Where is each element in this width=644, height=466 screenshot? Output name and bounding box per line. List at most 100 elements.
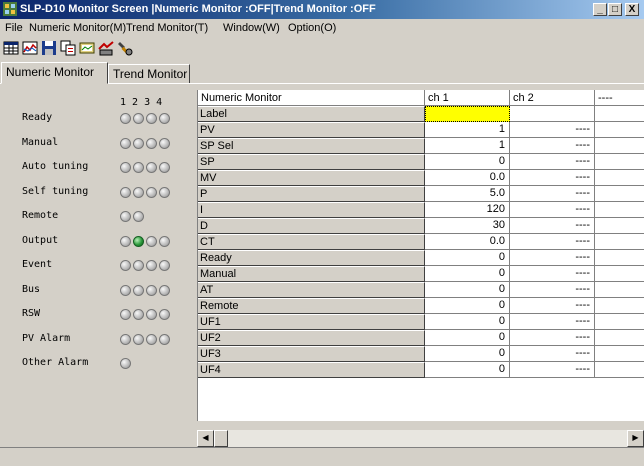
menu-option[interactable]: Option(O) bbox=[288, 22, 336, 34]
value-cell[interactable]: ---- bbox=[510, 314, 595, 330]
value-cell[interactable] bbox=[425, 106, 510, 122]
value-cell[interactable] bbox=[595, 122, 644, 138]
status-label-ready: Ready bbox=[22, 112, 53, 123]
menu-window[interactable]: Window(W) bbox=[223, 22, 280, 34]
column-header[interactable]: ch 1 bbox=[425, 90, 510, 106]
row-header[interactable]: CT bbox=[198, 234, 425, 250]
monitor-icon[interactable] bbox=[79, 40, 95, 56]
value-cell[interactable] bbox=[595, 282, 644, 298]
column-header[interactable]: ch 2 bbox=[510, 90, 595, 106]
row-header[interactable]: I bbox=[198, 202, 425, 218]
row-header[interactable]: P bbox=[198, 186, 425, 202]
value-cell[interactable]: ---- bbox=[510, 346, 595, 362]
value-cell[interactable]: ---- bbox=[510, 266, 595, 282]
value-cell[interactable] bbox=[595, 138, 644, 154]
row-header[interactable]: Remote bbox=[198, 298, 425, 314]
value-cell[interactable]: 0 bbox=[425, 314, 510, 330]
row-header[interactable]: UF3 bbox=[198, 346, 425, 362]
value-cell[interactable] bbox=[595, 362, 644, 378]
save-icon[interactable] bbox=[41, 40, 57, 56]
row-header[interactable]: D bbox=[198, 218, 425, 234]
menu-trend-monitor[interactable]: Trend Monitor(T) bbox=[126, 22, 208, 34]
horizontal-scrollbar[interactable]: ◀ ▶ bbox=[197, 429, 644, 447]
value-cell[interactable]: 0 bbox=[425, 250, 510, 266]
row-header[interactable]: Ready bbox=[198, 250, 425, 266]
value-cell[interactable]: 30 bbox=[425, 218, 510, 234]
value-cell[interactable]: 120 bbox=[425, 202, 510, 218]
row-header[interactable]: SP Sel bbox=[198, 138, 425, 154]
scroll-right-button[interactable]: ▶ bbox=[627, 430, 644, 447]
menu-numeric-monitor[interactable]: Numeric Monitor(M) bbox=[29, 22, 126, 34]
column-header[interactable]: ---- bbox=[595, 90, 644, 106]
tab-trend-monitor[interactable]: Trend Monitor bbox=[108, 64, 190, 84]
value-cell[interactable]: ---- bbox=[510, 282, 595, 298]
value-cell[interactable]: ---- bbox=[510, 170, 595, 186]
row-header[interactable]: Label bbox=[198, 106, 425, 122]
column-header[interactable]: Numeric Monitor bbox=[198, 90, 425, 106]
value-cell[interactable] bbox=[595, 234, 644, 250]
settings-icon[interactable] bbox=[117, 40, 133, 56]
status-led-icon bbox=[133, 162, 144, 173]
numeric-monitor-grid[interactable]: Numeric Monitor ch 1 ch 2 ---- Label PV 1 ---- S… bbox=[197, 90, 644, 421]
value-cell[interactable] bbox=[510, 106, 595, 122]
value-cell[interactable]: 0 bbox=[425, 266, 510, 282]
value-cell[interactable] bbox=[595, 154, 644, 170]
value-cell[interactable]: 0 bbox=[425, 330, 510, 346]
close-button[interactable]: X bbox=[625, 3, 639, 16]
row-header[interactable]: PV bbox=[198, 122, 425, 138]
value-cell[interactable]: 1 bbox=[425, 122, 510, 138]
value-cell[interactable]: 0 bbox=[425, 362, 510, 378]
menu-file[interactable]: File bbox=[5, 22, 23, 34]
value-cell[interactable]: ---- bbox=[510, 362, 595, 378]
grid-view-icon[interactable] bbox=[3, 40, 19, 56]
value-cell[interactable] bbox=[595, 266, 644, 282]
row-header[interactable]: UF1 bbox=[198, 314, 425, 330]
maximize-button[interactable]: □ bbox=[608, 3, 622, 16]
scroll-left-button[interactable]: ◀ bbox=[197, 430, 214, 447]
minimize-button[interactable]: _ bbox=[593, 3, 607, 16]
app-icon[interactable] bbox=[3, 2, 17, 16]
row-header[interactable]: MV bbox=[198, 170, 425, 186]
value-cell[interactable]: ---- bbox=[510, 298, 595, 314]
value-cell[interactable]: 0.0 bbox=[425, 234, 510, 250]
value-cell[interactable]: ---- bbox=[510, 138, 595, 154]
value-cell[interactable]: ---- bbox=[510, 202, 595, 218]
value-cell[interactable]: ---- bbox=[510, 250, 595, 266]
value-cell[interactable] bbox=[595, 330, 644, 346]
value-cell[interactable] bbox=[595, 346, 644, 362]
value-cell[interactable]: 0 bbox=[425, 298, 510, 314]
value-cell[interactable]: 0 bbox=[425, 154, 510, 170]
value-cell[interactable]: 0 bbox=[425, 282, 510, 298]
row-header[interactable]: Manual bbox=[198, 266, 425, 282]
tab-numeric-monitor[interactable]: Numeric Monitor bbox=[1, 62, 108, 84]
value-cell[interactable] bbox=[595, 298, 644, 314]
status-led-icon bbox=[120, 358, 131, 369]
copy-icon[interactable] bbox=[60, 40, 76, 56]
value-cell[interactable]: ---- bbox=[510, 154, 595, 170]
value-cell[interactable] bbox=[595, 218, 644, 234]
row-header[interactable]: UF2 bbox=[198, 330, 425, 346]
status-label-other-alarm: Other Alarm bbox=[22, 357, 89, 368]
value-cell[interactable] bbox=[595, 186, 644, 202]
trend-chart-icon[interactable] bbox=[22, 40, 38, 56]
value-cell[interactable]: 0.0 bbox=[425, 170, 510, 186]
value-cell[interactable] bbox=[595, 106, 644, 122]
row-header[interactable]: SP bbox=[198, 154, 425, 170]
value-cell[interactable] bbox=[595, 170, 644, 186]
value-cell[interactable]: ---- bbox=[510, 186, 595, 202]
value-cell[interactable] bbox=[595, 202, 644, 218]
value-cell[interactable]: ---- bbox=[510, 330, 595, 346]
scroll-thumb[interactable] bbox=[214, 430, 228, 447]
value-cell[interactable]: 0 bbox=[425, 346, 510, 362]
value-cell[interactable] bbox=[595, 314, 644, 330]
row-header[interactable]: UF4 bbox=[198, 362, 425, 378]
value-cell[interactable] bbox=[595, 250, 644, 266]
value-cell[interactable]: 5.0 bbox=[425, 186, 510, 202]
value-cell[interactable]: ---- bbox=[510, 234, 595, 250]
status-led-icon bbox=[146, 138, 157, 149]
value-cell[interactable]: ---- bbox=[510, 218, 595, 234]
value-cell[interactable]: 1 bbox=[425, 138, 510, 154]
value-cell[interactable]: ---- bbox=[510, 122, 595, 138]
comms-icon[interactable] bbox=[98, 40, 114, 56]
row-header[interactable]: AT bbox=[198, 282, 425, 298]
